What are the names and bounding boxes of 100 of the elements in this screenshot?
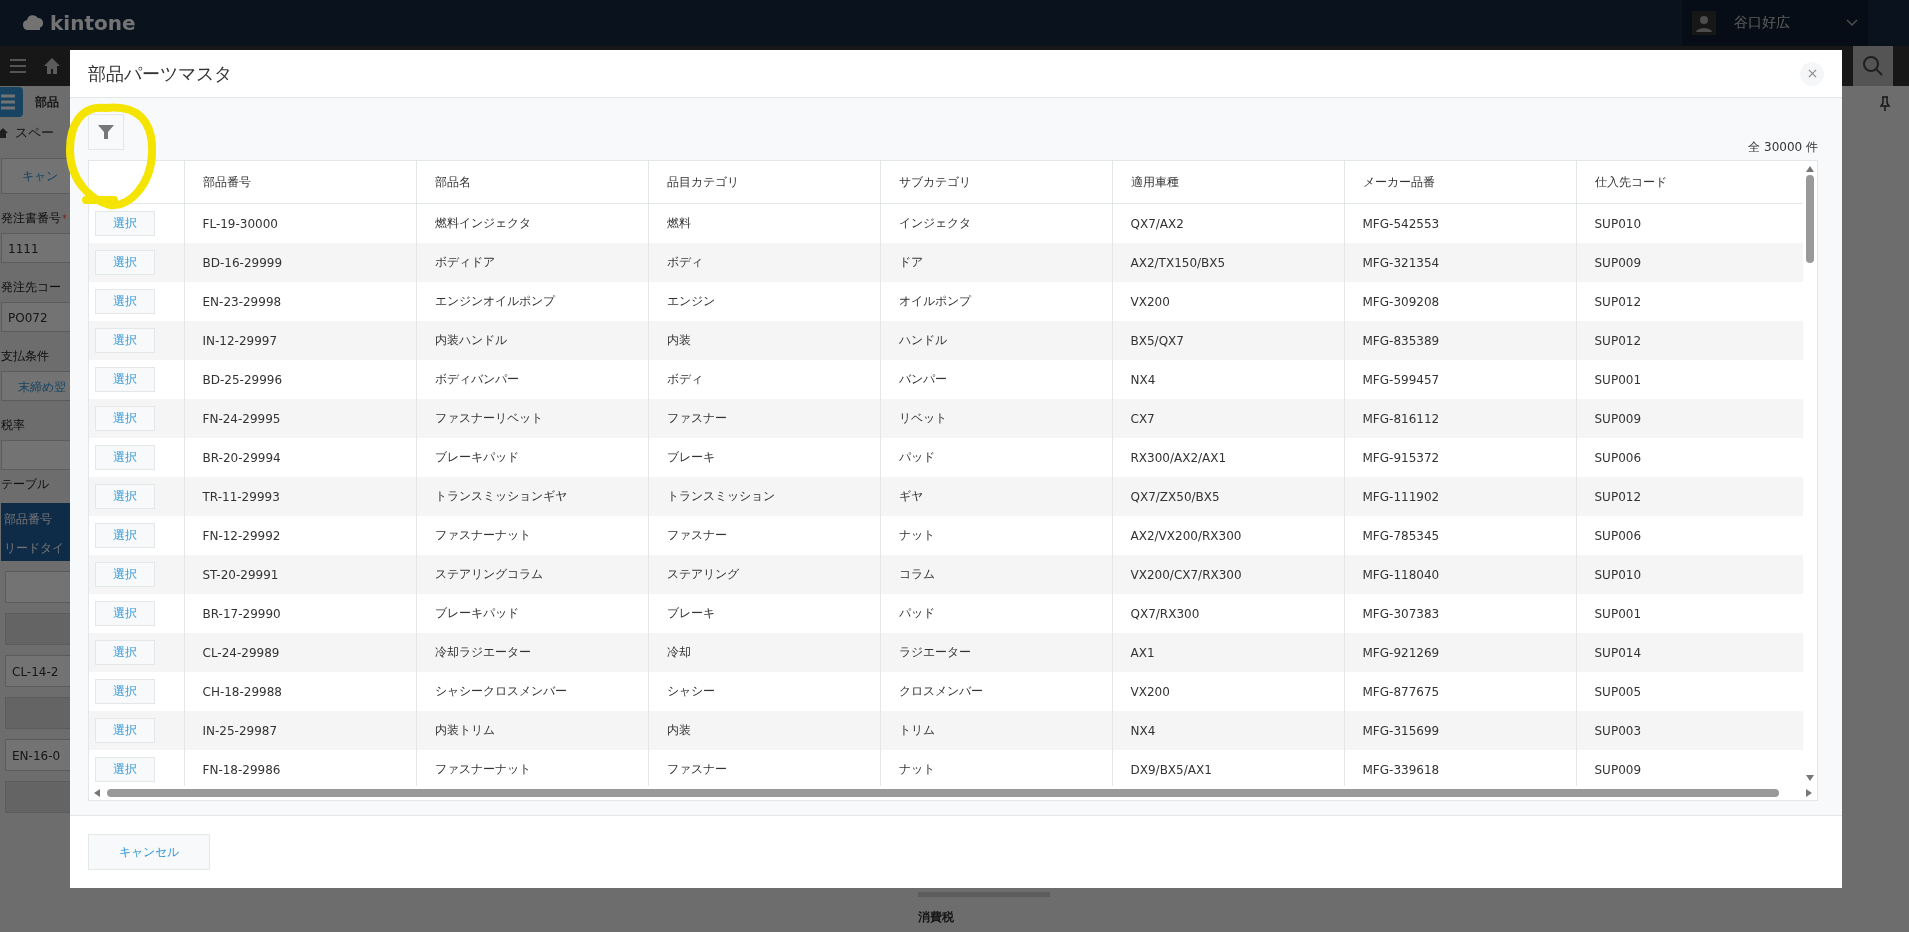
table-cell: MFG-921269	[1344, 633, 1576, 672]
field-label: 支払条件	[1, 348, 50, 365]
input-field[interactable]	[5, 613, 70, 645]
select-button[interactable]: 選択	[95, 250, 155, 275]
select-button[interactable]: 選択	[95, 601, 155, 626]
table-cell: FN-24-29995	[184, 399, 416, 438]
input-field[interactable]: EN-16-0	[5, 739, 70, 771]
select-button[interactable]: 選択	[95, 523, 155, 548]
select-button[interactable]: 選択	[95, 679, 155, 704]
table-cell: AX2/TX150/BX5	[1112, 243, 1344, 282]
table-cell: 内装ハンドル	[416, 321, 648, 360]
select-button[interactable]: 選択	[95, 718, 155, 743]
table-cell: IN-12-29997	[184, 321, 416, 360]
table-cell: ステアリングコラム	[416, 555, 648, 594]
table-cell: 内装トリム	[416, 711, 648, 750]
close-icon	[1807, 69, 1817, 78]
table-cell: トランスミッションギヤ	[416, 477, 648, 516]
app-name[interactable]: 部品	[35, 93, 59, 111]
input-field[interactable]: CL-14-2	[5, 655, 70, 687]
table-cell: 内装	[648, 711, 880, 750]
table-cell: BX5/QX7	[1112, 321, 1344, 360]
table-cell: ファスナーリベット	[416, 399, 648, 438]
scrollbar-thumb[interactable]	[1806, 175, 1814, 263]
table-cell: CL-24-29989	[184, 633, 416, 672]
table-cell: コラム	[880, 555, 1112, 594]
input-field[interactable]	[1, 440, 70, 470]
scroll-left-icon[interactable]	[93, 788, 101, 798]
user-menu[interactable]: 谷口好広	[1682, 0, 1868, 46]
column-header: リードタイ	[4, 540, 65, 557]
table-cell: MFG-321354	[1344, 243, 1576, 282]
select-button[interactable]: 選択	[95, 406, 155, 431]
field-label: 税率	[1, 417, 26, 434]
table-cell: SUP009	[1576, 399, 1803, 438]
scroll-down-icon[interactable]	[1805, 774, 1815, 782]
home-icon[interactable]	[0, 127, 9, 139]
select-button[interactable]: 選択	[95, 757, 155, 782]
table-cell: ステアリング	[648, 555, 880, 594]
table-cell: ST-20-29991	[184, 555, 416, 594]
table-cell: NX4	[1112, 711, 1344, 750]
table-cell: QX7/ZX50/BX5	[1112, 477, 1344, 516]
pin-icon[interactable]	[1879, 96, 1891, 112]
table-cell: ドア	[880, 243, 1112, 282]
table-cell: IN-25-29987	[184, 711, 416, 750]
column-header: 品目カテゴリ	[648, 161, 880, 204]
table-cell: トリム	[880, 711, 1112, 750]
scroll-right-icon[interactable]	[1805, 788, 1813, 798]
search-icon[interactable]	[1853, 46, 1893, 86]
select-button[interactable]: 選択	[95, 367, 155, 392]
table-cell: MFG-118040	[1344, 555, 1576, 594]
breadcrumb-link[interactable]: スペー	[15, 124, 54, 142]
table-cell: SUP010	[1576, 555, 1803, 594]
select-button[interactable]: 選択	[95, 289, 155, 314]
close-button[interactable]	[1800, 61, 1824, 86]
table-cell: リベット	[880, 399, 1112, 438]
table-cell: SUP012	[1576, 477, 1803, 516]
scrollbar-thumb[interactable]	[107, 789, 1779, 797]
select-button[interactable]: 選択	[95, 211, 155, 236]
table-cell: ファスナー	[648, 399, 880, 438]
table-cell: SUP014	[1576, 633, 1803, 672]
select-button[interactable]: 選択	[95, 640, 155, 665]
table-cell: BD-16-29999	[184, 243, 416, 282]
input-field[interactable]: PO072	[1, 302, 70, 332]
table-cell: SUP012	[1576, 321, 1803, 360]
table-cell: ボディ	[648, 243, 880, 282]
list-icon[interactable]	[0, 87, 23, 117]
table-cell: VX200/CX7/RX300	[1112, 555, 1344, 594]
table-cell: MFG-835389	[1344, 321, 1576, 360]
input-field[interactable]: 1111	[1, 233, 70, 263]
select-button[interactable]: 選択	[95, 562, 155, 587]
column-header: 適用車種	[1112, 161, 1344, 204]
field-label: 発注書番号*	[1, 210, 68, 227]
kintone-logo[interactable]: kintone	[22, 11, 136, 35]
table-cell: MFG-816112	[1344, 399, 1576, 438]
cloud-icon	[22, 14, 46, 32]
table-cell: AX1	[1112, 633, 1344, 672]
input-field[interactable]	[5, 571, 70, 603]
field-label: 発注先コー	[1, 279, 62, 296]
select-button[interactable]: 選択	[95, 445, 155, 470]
table-cell: ボディドア	[416, 243, 648, 282]
menu-icon[interactable]	[8, 56, 28, 76]
funnel-icon	[96, 122, 116, 142]
table-cell: TR-11-29993	[184, 477, 416, 516]
table-cell: 内装	[648, 321, 880, 360]
table-cell: MFG-111902	[1344, 477, 1576, 516]
record-count: 全 30000 件	[1748, 139, 1818, 156]
cancel-button[interactable]: キャン	[1, 158, 70, 194]
table-cell: トランスミッション	[648, 477, 880, 516]
column-header: 部品番号	[184, 161, 416, 204]
input-field[interactable]: 末締め翌	[1, 371, 70, 401]
table-cell: CX7	[1112, 399, 1344, 438]
input-field[interactable]	[5, 697, 70, 729]
input-field[interactable]	[5, 781, 70, 813]
filter-button[interactable]	[88, 114, 124, 150]
scroll-up-icon[interactable]	[1805, 165, 1815, 173]
select-button[interactable]: 選択	[95, 484, 155, 509]
table-cell: 冷却ラジエーター	[416, 633, 648, 672]
select-button[interactable]: 選択	[95, 328, 155, 353]
column-header: 部品番号	[4, 511, 53, 528]
home-icon[interactable]	[42, 56, 62, 76]
cancel-button[interactable]: キャンセル	[88, 834, 210, 870]
